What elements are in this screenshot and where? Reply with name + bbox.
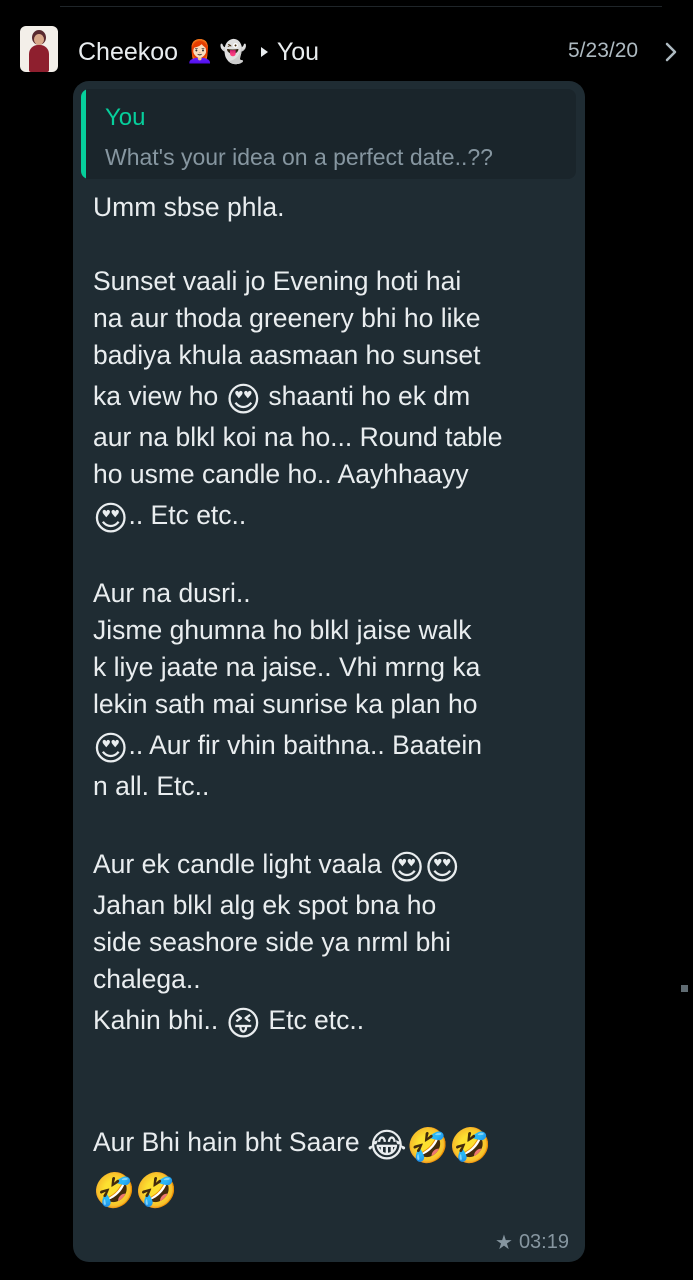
rolling-laughing-emoji: 🤣🤣	[93, 1172, 178, 1210]
avatar-face	[34, 34, 44, 45]
starred-message-screen: Cheekoo 👩🏻‍🦰 👻 You 5/23/20 You What's yo…	[0, 0, 693, 1280]
message-line: k liye jaate na jaise.. Vhi mrng ka	[93, 652, 481, 682]
message-line: ho usme candle ho.. Aayhhaayy	[93, 459, 469, 489]
message-text: Umm sbse phla. Sunset vaali jo Evening h…	[93, 189, 573, 1210]
message-line: na aur thoda greenery bhi ho like	[93, 303, 481, 333]
message-line: Kahin bhi.. 😝 Etc etc..	[93, 1005, 365, 1043]
message-line: n all. Etc..	[93, 771, 210, 801]
quote-author: You	[105, 104, 146, 131]
heart-eyes-emoji: 😍	[93, 730, 129, 768]
message-header[interactable]: Cheekoo 👩🏻‍🦰 👻 You 5/23/20	[0, 22, 693, 78]
message-date: 5/23/20	[568, 39, 639, 62]
message-line: 🤣🤣	[93, 1165, 573, 1210]
message-line: 😍.. Etc etc..	[93, 500, 247, 538]
avatar[interactable]	[20, 26, 58, 72]
avatar-body	[29, 45, 49, 72]
chevron-right-icon[interactable]	[664, 42, 678, 62]
scroll-indicator[interactable]	[681, 985, 688, 992]
quote-accent-bar	[81, 89, 86, 179]
message-line: Jahan blkl alg ek spot bna ho	[93, 890, 437, 920]
message-line: chalega..	[93, 964, 201, 994]
sender-row: Cheekoo 👩🏻‍🦰 👻 You	[78, 36, 319, 68]
message-meta: ★ 03:19	[495, 1231, 569, 1254]
heart-eyes-emoji: 😍	[225, 381, 262, 419]
tongue-out-emoji: 😝	[225, 1005, 262, 1043]
star-icon: ★	[495, 1231, 513, 1254]
message-bubble[interactable]: You What's your idea on a perfect date..…	[73, 81, 585, 1262]
girl-emoji: 👩🏻‍🦰	[186, 39, 214, 64]
message-line: badiya khula aasmaan ho sunset	[93, 340, 481, 370]
ghost-emoji: 👻	[219, 39, 247, 64]
message-line: aur na blkl koi na ho... Round table	[93, 422, 503, 452]
message-line: lekin sath mai sunrise ka plan ho	[93, 689, 478, 719]
quoted-message[interactable]: You What's your idea on a perfect date..…	[81, 89, 576, 179]
message-line: Umm sbse phla.	[93, 192, 285, 222]
play-arrow-icon	[260, 47, 268, 57]
message-time: 03:19	[518, 1231, 569, 1253]
message-line: Aur ek candle light vaala 😍😍	[93, 849, 460, 887]
message-line: Aur na dusri..	[93, 578, 251, 608]
message-line: Jisme ghumna ho blkl jaise walk	[93, 615, 472, 645]
recipient-name: You	[276, 37, 320, 66]
sender-name: Cheekoo	[78, 37, 179, 66]
heart-eyes-emoji: 😍	[93, 500, 129, 538]
divider	[60, 6, 662, 7]
message-line: Aur Bhi hain bht Saare 😂🤣🤣	[93, 1127, 492, 1165]
message-line: side seashore side ya nrml bhi	[93, 927, 451, 957]
message-line: 😍.. Aur fir vhin baithna.. Baatein	[93, 730, 482, 768]
quote-text: What's your idea on a perfect date..??	[105, 144, 493, 170]
heart-eyes-emoji: 😍😍	[389, 849, 460, 887]
laughing-emoji: 😂🤣🤣	[367, 1127, 492, 1165]
message-line: ka view ho 😍 shaanti ho ek dm	[93, 381, 471, 419]
message-line: Sunset vaali jo Evening hoti hai	[93, 266, 462, 296]
